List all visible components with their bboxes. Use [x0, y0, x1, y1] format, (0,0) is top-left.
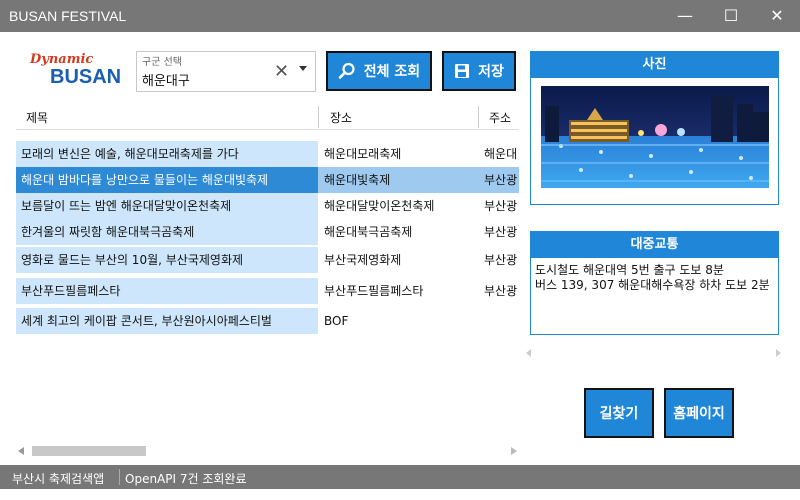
festival-place: 해운대모래축제	[324, 147, 402, 161]
district-select-value: 해운대구	[142, 74, 190, 89]
festival-address: 부산광	[484, 284, 518, 298]
festival-address: 부산광	[484, 225, 518, 239]
festival-title: 한겨울의 짜릿함 해운대북극곰축제	[16, 219, 318, 245]
search-icon	[338, 62, 355, 79]
festival-photo	[541, 86, 769, 188]
column-divider[interactable]	[318, 106, 319, 128]
column-header-place[interactable]: 장소	[330, 109, 352, 126]
close-button[interactable]: ✕	[754, 0, 800, 32]
photo-panel: 사진	[530, 51, 779, 205]
festival-place: BOF	[324, 314, 349, 328]
festival-place: 해운대달맞이온천축제	[324, 199, 435, 213]
status-app-name: 부산시 축제검색앱	[12, 472, 105, 486]
list-item[interactable]: 부산푸드필름페스타 부산푸드필름페스타 부산광	[16, 278, 519, 304]
panel-scroll-arrows	[526, 349, 781, 357]
save-button[interactable]: 저장	[442, 51, 516, 91]
status-bar: 부산시 축제검색앱 OpenAPI 7건 조회완료	[0, 465, 800, 489]
festival-list[interactable]: 제목 장소 주소 모래의 변신은 예술, 해운대모래축제를 가다 해운대모래축제…	[16, 100, 519, 444]
horizontal-scrollbar[interactable]	[16, 444, 519, 458]
list-header: 제목 장소 주소	[16, 100, 519, 130]
column-divider[interactable]	[478, 106, 479, 128]
chevron-down-icon[interactable]	[299, 66, 307, 71]
list-item[interactable]: 한겨울의 짜릿함 해운대북극곰축제 해운대북극곰축제 부산광	[16, 219, 519, 245]
column-header-title[interactable]: 제목	[26, 109, 48, 126]
minimize-button[interactable]: —	[662, 0, 708, 32]
status-divider	[119, 469, 120, 485]
column-header-address[interactable]: 주소	[489, 109, 511, 126]
save-label: 저장	[478, 64, 504, 80]
district-select-label: 구군 선택	[142, 57, 182, 68]
directions-label: 길찾기	[599, 406, 639, 422]
chevron-left-icon[interactable]	[526, 349, 531, 357]
list-item[interactable]: 보름달이 뜨는 밤엔 해운대달맞이온천축제 해운대달맞이온천축제 부산광	[16, 193, 519, 219]
dynamic-busan-logo: Dynamic BUSAN	[28, 52, 122, 92]
festival-address: 부산광	[484, 199, 518, 213]
list-item[interactable]: 모래의 변신은 예술, 해운대모래축제를 가다 해운대모래축제 해운대	[16, 141, 519, 167]
list-item[interactable]: 세계 최고의 케이팝 콘서트, 부산원아시아페스티벌 BOF	[16, 308, 519, 334]
festival-address: 부산광	[484, 173, 518, 187]
festival-title: 부산푸드필름페스타	[16, 278, 318, 304]
festival-place: 부산푸드필름페스타	[324, 284, 424, 298]
photo-panel-title: 사진	[531, 52, 778, 78]
festival-title: 해운대 밤바다를 낭만으로 물들이는 해운대빛축제	[16, 167, 318, 193]
transit-info: 도시철도 해운대역 5번 출구 도보 8분 버스 139, 307 해운대해수욕…	[531, 258, 778, 298]
transit-line: 버스 139, 307 해운대해수욕장 하차 도보 2분	[535, 278, 770, 292]
window-bottom-edge	[0, 489, 800, 500]
floppy-disk-icon	[455, 64, 470, 78]
directions-button[interactable]: 길찾기	[584, 388, 654, 438]
festival-address: 부산광	[484, 253, 518, 267]
festival-address: 해운대	[484, 147, 518, 161]
search-all-button[interactable]: 전체 조회	[326, 51, 432, 91]
festival-title: 보름달이 뜨는 밤엔 해운대달맞이온천축제	[16, 193, 318, 219]
clear-icon[interactable]: ✕	[274, 61, 289, 82]
list-item-selected[interactable]: 해운대 밤바다를 낭만으로 물들이는 해운대빛축제 해운대빛축제 부산광	[16, 167, 519, 193]
homepage-button[interactable]: 홈페이지	[664, 388, 734, 438]
festival-place: 해운대북극곰축제	[324, 225, 413, 239]
festival-place: 부산국제영화제	[324, 253, 402, 267]
scroll-left-icon[interactable]	[18, 447, 24, 455]
maximize-button[interactable]: ☐	[708, 0, 754, 32]
logo-line1: Dynamic	[30, 52, 94, 67]
status-message: OpenAPI 7건 조회완료	[125, 472, 247, 486]
scroll-right-icon[interactable]	[511, 447, 517, 455]
homepage-label: 홈페이지	[673, 406, 725, 422]
title-bar: BUSAN FESTIVAL — ☐ ✕	[0, 0, 800, 32]
festival-title: 모래의 변신은 예술, 해운대모래축제를 가다	[16, 141, 318, 167]
search-all-label: 전체 조회	[363, 64, 421, 80]
window-title: BUSAN FESTIVAL	[9, 8, 127, 24]
transit-panel-title: 대중교통	[531, 232, 778, 258]
district-select[interactable]: 구군 선택 해운대구 ✕	[136, 51, 316, 92]
logo-line2: BUSAN	[50, 66, 122, 88]
list-item[interactable]: 영화로 물드는 부산의 10월, 부산국제영화제 부산국제영화제 부산광	[16, 247, 519, 273]
festival-title: 영화로 물드는 부산의 10월, 부산국제영화제	[16, 247, 318, 273]
transit-line: 도시철도 해운대역 5번 출구 도보 8분	[535, 263, 724, 277]
festival-title: 세계 최고의 케이팝 콘서트, 부산원아시아페스티벌	[16, 308, 318, 334]
chevron-right-icon[interactable]	[776, 349, 781, 357]
transit-panel: 대중교통 도시철도 해운대역 5번 출구 도보 8분 버스 139, 307 해…	[530, 231, 779, 335]
scrollbar-thumb[interactable]	[32, 446, 146, 456]
festival-place: 해운대빛축제	[324, 173, 391, 187]
